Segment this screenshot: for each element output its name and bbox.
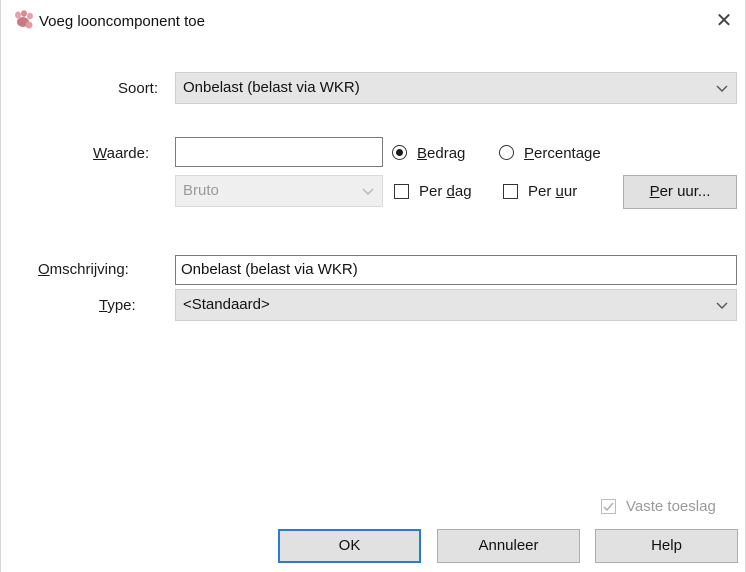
basis-dropdown[interactable]: Bruto: [175, 175, 383, 207]
chevron-down-icon: [715, 73, 729, 103]
ok-button[interactable]: OK: [278, 529, 421, 563]
annuleer-button[interactable]: Annuleer: [437, 529, 580, 563]
close-icon[interactable]: ✕: [711, 8, 737, 34]
per-uur-button[interactable]: Per uur...: [623, 175, 737, 209]
waarde-label: Waarde:: [93, 145, 150, 162]
vaste-toeslag-label[interactable]: Vaste toeslag: [626, 498, 716, 515]
omschrijving-label: Omschrijving:: [38, 261, 129, 278]
bedrag-radio[interactable]: [392, 145, 407, 160]
vaste-toeslag-checkbox[interactable]: [601, 499, 616, 514]
help-button[interactable]: Help: [595, 529, 738, 563]
per-uur-label[interactable]: Per uur: [528, 183, 577, 200]
chevron-down-icon: [361, 176, 375, 206]
soort-value: Onbelast (belast via WKR): [183, 79, 360, 96]
per-dag-label[interactable]: Per dag: [419, 183, 472, 200]
checkmark-icon: [603, 502, 614, 512]
type-dropdown[interactable]: <Standaard>: [175, 289, 737, 321]
type-label: Type:: [99, 297, 136, 314]
paws-app-icon: [13, 10, 35, 30]
waarde-input[interactable]: [175, 137, 383, 167]
basis-value: Bruto: [183, 182, 219, 199]
radio-selected-dot: [396, 149, 403, 156]
bedrag-label[interactable]: Bedrag: [417, 145, 465, 162]
per-uur-checkbox[interactable]: [503, 184, 518, 199]
soort-dropdown[interactable]: Onbelast (belast via WKR): [175, 72, 737, 104]
title-bar: Voeg looncomponent toe ✕: [1, 0, 746, 44]
percentage-label[interactable]: Percentage: [524, 145, 601, 162]
dialog-window: Voeg looncomponent toe ✕ Soort: Onbelast…: [0, 0, 746, 572]
soort-label: Soort:: [118, 80, 159, 97]
per-dag-checkbox[interactable]: [394, 184, 409, 199]
chevron-down-icon: [715, 290, 729, 320]
percentage-radio[interactable]: [499, 145, 514, 160]
type-value: <Standaard>: [183, 296, 270, 313]
dialog-title: Voeg looncomponent toe: [39, 13, 205, 30]
omschrijving-input[interactable]: Onbelast (belast via WKR): [175, 255, 737, 285]
